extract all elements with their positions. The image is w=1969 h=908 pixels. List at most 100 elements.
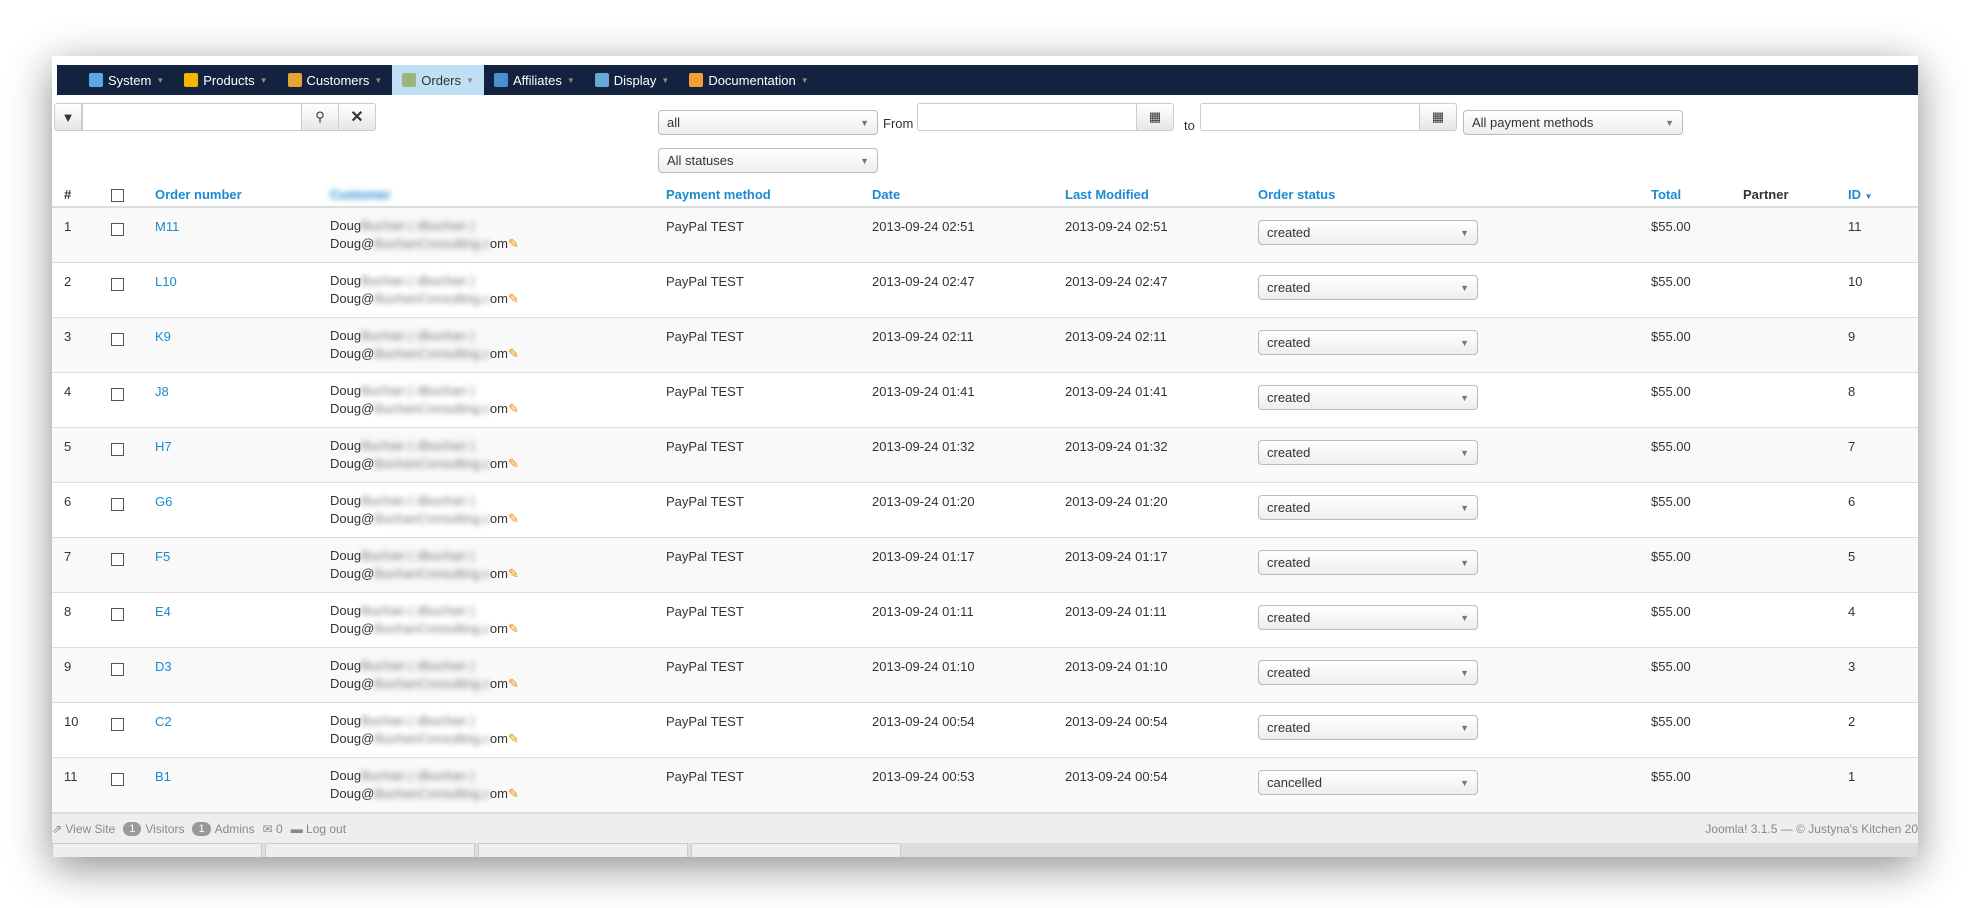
order-status-select[interactable]: created ▼ [1258, 550, 1478, 575]
tab[interactable] [478, 843, 688, 857]
order-number-link[interactable]: C2 [155, 714, 172, 729]
order-number-link[interactable]: M11 [155, 219, 179, 234]
col-num: # [64, 187, 72, 202]
pencil-icon[interactable]: ✎ [508, 346, 519, 361]
date-type-select[interactable]: all ▼ [658, 110, 878, 135]
filter-icon[interactable]: ▼ [54, 103, 82, 131]
col-customer[interactable]: Customer [330, 187, 391, 202]
caret-down-icon: ▼ [800, 75, 809, 85]
row-checkbox[interactable] [111, 223, 124, 236]
pencil-icon[interactable]: ✎ [508, 676, 519, 691]
order-status-select[interactable]: created ▼ [1258, 495, 1478, 520]
pencil-icon[interactable]: ✎ [508, 236, 519, 251]
table-row: 2 L10 DougBuchan ( dbuchan ) Doug@Buchan… [52, 263, 1918, 318]
row-checkbox[interactable] [111, 608, 124, 621]
table-row: 6 G6 DougBuchan ( dbuchan ) Doug@BuchanC… [52, 483, 1918, 538]
menu-customers[interactable]: Customers ▼ [278, 65, 393, 95]
menu-display[interactable]: Display ▼ [585, 65, 680, 95]
pencil-icon[interactable]: ✎ [508, 786, 519, 801]
from-date-input[interactable] [917, 103, 1137, 131]
row-checkbox[interactable] [111, 773, 124, 786]
logout-link[interactable]: ▬ Log out [291, 822, 346, 836]
menu-orders[interactable]: Orders ▼ [392, 65, 484, 95]
order-number-link[interactable]: H7 [155, 439, 172, 454]
menu-products[interactable]: Products ▼ [174, 65, 277, 95]
menu-system[interactable]: System ▼ [79, 65, 174, 95]
select-all-checkbox[interactable] [111, 189, 124, 202]
order-id: 4 [1848, 604, 1856, 619]
payment-method-select[interactable]: All payment methods ▼ [1463, 110, 1683, 135]
order-number-link[interactable]: G6 [155, 494, 172, 509]
row-checkbox[interactable] [111, 388, 124, 401]
to-date-input[interactable] [1200, 103, 1420, 131]
col-order-number[interactable]: Order number [155, 187, 242, 202]
order-status-select[interactable]: created ▼ [1258, 275, 1478, 300]
order-number-link[interactable]: L10 [155, 274, 177, 289]
search-button[interactable]: ⚲ [301, 103, 339, 131]
status-filter-select[interactable]: All statuses ▼ [658, 148, 878, 173]
col-order-status[interactable]: Order status [1258, 187, 1335, 202]
pencil-icon[interactable]: ✎ [508, 566, 519, 581]
row-checkbox[interactable] [111, 443, 124, 456]
order-id: 7 [1848, 439, 1856, 454]
col-payment-method[interactable]: Payment method [666, 187, 771, 202]
order-total: $55.00 [1651, 329, 1691, 344]
order-status-select[interactable]: created ▼ [1258, 660, 1478, 685]
clear-button[interactable]: ✕ [338, 103, 376, 131]
order-status-select[interactable]: created ▼ [1258, 385, 1478, 410]
search-input[interactable] [82, 103, 302, 131]
order-number-link[interactable]: D3 [155, 659, 172, 674]
col-id[interactable]: ID ▼ [1848, 187, 1873, 202]
tab[interactable] [52, 843, 262, 857]
payment-method: PayPal TEST [666, 549, 744, 564]
chevron-down-icon: ▼ [1460, 502, 1469, 513]
row-checkbox[interactable] [111, 718, 124, 731]
row-checkbox[interactable] [111, 333, 124, 346]
order-status-select[interactable]: created ▼ [1258, 220, 1478, 245]
col-last-modified[interactable]: Last Modified [1065, 187, 1149, 202]
row-number: 8 [64, 604, 72, 619]
pencil-icon[interactable]: ✎ [508, 291, 519, 306]
table-row: 11 B1 DougBuchan ( dbuchan ) Doug@Buchan… [52, 758, 1918, 813]
pencil-icon[interactable]: ✎ [508, 621, 519, 636]
row-number: 5 [64, 439, 72, 454]
col-total[interactable]: Total [1651, 187, 1681, 202]
calendar-icon[interactable]: ▦ [1136, 103, 1174, 131]
row-number: 4 [64, 384, 72, 399]
caret-down-icon: ▼ [566, 75, 575, 85]
order-status-select[interactable]: created ▼ [1258, 715, 1478, 740]
row-checkbox[interactable] [111, 498, 124, 511]
last-modified: 2013-09-24 01:10 [1065, 659, 1168, 674]
row-checkbox[interactable] [111, 553, 124, 566]
row-checkbox[interactable] [111, 663, 124, 676]
pencil-icon[interactable]: ✎ [508, 731, 519, 746]
order-number-link[interactable]: K9 [155, 329, 171, 344]
customer-cell: DougBuchan ( dbuchan ) Doug@BuchanConsul… [330, 547, 519, 583]
pencil-icon[interactable]: ✎ [508, 456, 519, 471]
pencil-icon[interactable]: ✎ [508, 511, 519, 526]
menu-affiliates[interactable]: Affiliates ▼ [484, 65, 585, 95]
order-status-select[interactable]: created ▼ [1258, 330, 1478, 355]
tab[interactable] [265, 843, 475, 857]
order-total: $55.00 [1651, 384, 1691, 399]
row-checkbox[interactable] [111, 278, 124, 291]
last-modified: 2013-09-24 00:54 [1065, 714, 1168, 729]
order-status-select[interactable]: created ▼ [1258, 605, 1478, 630]
order-number-link[interactable]: F5 [155, 549, 170, 564]
order-number-link[interactable]: E4 [155, 604, 171, 619]
pencil-icon[interactable]: ✎ [508, 401, 519, 416]
customer-cell: DougBuchan ( dbuchan ) Doug@BuchanConsul… [330, 767, 519, 803]
customer-email-end: om [489, 456, 508, 471]
order-total: $55.00 [1651, 659, 1691, 674]
order-number-link[interactable]: B1 [155, 769, 171, 784]
col-date[interactable]: Date [872, 187, 900, 202]
calendar-icon[interactable]: ▦ [1419, 103, 1457, 131]
order-status-select[interactable]: created ▼ [1258, 440, 1478, 465]
tab[interactable] [691, 843, 901, 857]
order-number-link[interactable]: J8 [155, 384, 169, 399]
order-total: $55.00 [1651, 549, 1691, 564]
menu-documentation[interactable]: Documentation ▼ [679, 65, 818, 95]
view-site-link[interactable]: ⇗ View Site [52, 822, 115, 836]
chevron-down-icon: ▼ [1460, 337, 1469, 348]
order-status-select[interactable]: cancelled ▼ [1258, 770, 1478, 795]
